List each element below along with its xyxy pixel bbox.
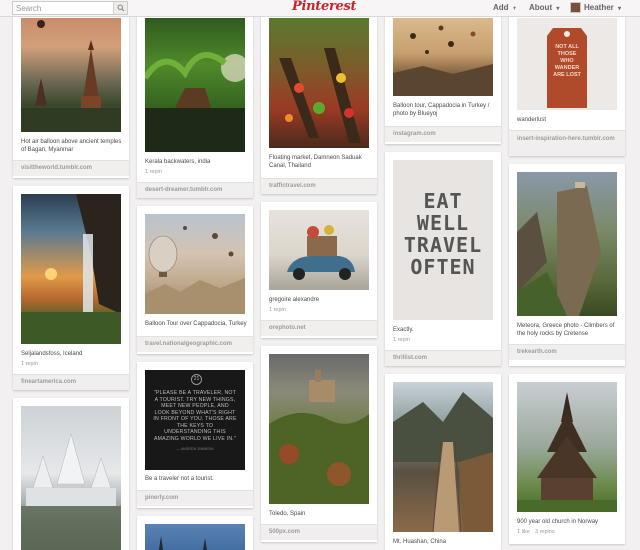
pin-image[interactable]	[393, 18, 493, 96]
pin-image[interactable]	[145, 18, 245, 152]
pin-description: Mt. Huashan, China	[393, 539, 447, 545]
repin-count: 1 repin	[393, 337, 410, 343]
pin-cappadocia-balloon[interactable]: Balloon Tour over Cappadocia, Turkey tra…	[137, 206, 253, 354]
pin-image[interactable]	[269, 18, 369, 148]
pin-huashan[interactable]: Mt. Huashan, China	[385, 374, 501, 550]
like-count: 1 like	[517, 529, 530, 535]
pin-image[interactable]	[269, 354, 369, 504]
pin-source[interactable]: insert-inspiration-here.tumblr.com	[509, 130, 625, 156]
pin-image[interactable]: EAT WELL TRAVEL OFTEN	[393, 160, 493, 320]
pin-meteora[interactable]: Meteora, Greece photo - Climbers of the …	[509, 164, 625, 366]
pin-image[interactable]: NOT ALL THOSE WHO WANDER ARE LOST	[517, 18, 617, 110]
pin-white-temple[interactable]	[13, 398, 129, 550]
pin-description: Toledo, Spain	[269, 511, 306, 517]
source-link[interactable]: pinerly.com	[145, 495, 178, 501]
pin-source[interactable]: pinerly.com	[137, 490, 253, 506]
pin-description: Exactly.	[393, 327, 414, 333]
plus-icon: +	[512, 6, 517, 12]
source-link[interactable]: trekearth.com	[517, 349, 557, 355]
pin-description: Kerala backwaters, india	[145, 159, 211, 165]
repin-count: 1 repin	[21, 361, 38, 367]
poster: EAT WELL TRAVEL OFTEN	[393, 160, 493, 320]
about-menu[interactable]: About ▾	[529, 3, 559, 12]
source-link[interactable]: travel.nationalgeographic.com	[145, 341, 232, 347]
chevron-down-icon: ▾	[618, 6, 622, 12]
search-input[interactable]	[13, 2, 113, 14]
pin-source[interactable]: travel.nationalgeographic.com	[137, 336, 253, 352]
add-menu[interactable]: Add +	[493, 3, 516, 12]
pin-description: 900 year old church in Norway	[517, 519, 599, 525]
pin-image[interactable]	[21, 406, 121, 550]
search-icon	[117, 4, 125, 12]
pin-norway-church[interactable]: 900 year old church in Norway 1 like 3 r…	[509, 374, 625, 544]
pin-description: wanderlust	[517, 117, 547, 123]
pin-image[interactable]	[145, 214, 245, 314]
pin-cappadocia-top[interactable]: Balloon tour, Cappadocia in Turkey / pho…	[385, 10, 501, 144]
source-link[interactable]: 500px.com	[269, 529, 300, 535]
about-label: About	[529, 3, 553, 12]
quote-card: 21 "PLEASE BE A TRAVELER, NOT A TOURIST.…	[145, 370, 245, 470]
pin-description: Floating market, Damneon Saduak Canal, T…	[269, 155, 362, 169]
pin-source[interactable]: instagram.com	[385, 126, 501, 142]
pin-source[interactable]: desert-dreamer.tumblr.com	[137, 182, 253, 198]
pin-image[interactable]: 21 "PLEASE BE A TRAVELER, NOT A TOURIST.…	[145, 370, 245, 470]
source-link[interactable]: fineartamerica.com	[21, 379, 76, 385]
pin-image[interactable]	[21, 18, 121, 132]
repin-count: 3 repins	[535, 529, 555, 535]
source-link[interactable]: instagram.com	[393, 131, 436, 137]
pin-source[interactable]: fineartamerica.com	[13, 374, 129, 390]
poster-text: EAT WELL TRAVEL OFTEN	[403, 189, 483, 279]
pin-kerala[interactable]: Kerala backwaters, india 1 repin desert-…	[137, 10, 253, 198]
search-box	[12, 1, 128, 15]
source-link[interactable]: insert-inspiration-here.tumblr.com	[517, 135, 617, 143]
search-button[interactable]	[113, 2, 127, 14]
pin-source[interactable]: thrillist.com	[385, 350, 501, 366]
pin-bottom[interactable]	[137, 516, 253, 550]
avatar[interactable]	[570, 2, 581, 13]
pin-image[interactable]	[21, 194, 121, 344]
pin-source[interactable]: orephoto.net	[261, 320, 377, 336]
pin-eat-well[interactable]: EAT WELL TRAVEL OFTEN Exactly. 1 repin t…	[385, 152, 501, 366]
quote-text: "PLEASE BE A TRAVELER, NOT A TOURIST. TR…	[153, 390, 237, 442]
pin-source[interactable]: 500px.com	[261, 524, 377, 540]
source-link[interactable]: desert-dreamer.tumblr.com	[145, 187, 222, 193]
pin-image[interactable]	[517, 382, 617, 512]
repin-count: 1 repin	[145, 169, 162, 175]
tag-text: NOT ALL THOSE WHO WANDER ARE LOST	[553, 44, 581, 78]
quote-number: 21	[191, 374, 202, 385]
quote-author: — ANDREW ZIMMERN	[176, 447, 214, 451]
pin-source[interactable]: trekearth.com	[509, 344, 625, 360]
pin-floating-market[interactable]: Floating market, Damneon Saduak Canal, T…	[261, 10, 377, 194]
source-link[interactable]: traffictravel.com	[269, 183, 316, 189]
pin-image[interactable]	[269, 210, 369, 290]
pin-bagan[interactable]: Hot air balloon above ancient temples of…	[13, 10, 129, 178]
pin-image[interactable]	[393, 382, 493, 532]
repin-count: 1 repin	[269, 307, 286, 313]
pin-toledo[interactable]: Toledo, Spain 500px.com	[261, 346, 377, 542]
pin-description: Seljalandsfoss, Iceland	[21, 351, 83, 357]
pin-description: Balloon tour, Cappadocia in Turkey / pho…	[393, 103, 490, 117]
pin-image[interactable]	[145, 524, 245, 550]
pin-description: Meteora, Greece photo - Climbers of the …	[517, 323, 615, 337]
pin-description: Be a traveler not a tourist.	[145, 476, 214, 482]
pin-source[interactable]: traffictravel.com	[261, 178, 377, 194]
pin-gregoire[interactable]: gregoire alexandre 1 repin orephoto.net	[261, 202, 377, 338]
user-name: Heather	[584, 3, 614, 12]
add-label: Add	[493, 3, 509, 12]
pin-description: Hot air balloon above ancient temples of…	[21, 139, 122, 153]
source-link[interactable]: thrillist.com	[393, 355, 427, 361]
pin-source[interactable]: visittheworld.tumblr.com	[13, 160, 129, 176]
source-link[interactable]: orephoto.net	[269, 325, 306, 331]
pin-image[interactable]	[517, 172, 617, 316]
pin-wanderlust[interactable]: NOT ALL THOSE WHO WANDER ARE LOST wander…	[509, 10, 625, 156]
chevron-down-icon: ▾	[556, 6, 560, 12]
top-navigation-bar: Pinterest Add + About ▾ Heather ▾	[0, 0, 640, 17]
pin-description: Balloon Tour over Cappadocia, Turkey	[145, 321, 247, 327]
pin-quote[interactable]: 21 "PLEASE BE A TRAVELER, NOT A TOURIST.…	[137, 362, 253, 508]
user-menu[interactable]: Heather ▾	[584, 3, 621, 12]
source-link[interactable]: visittheworld.tumblr.com	[21, 165, 92, 171]
pin-description: gregoire alexandre	[269, 297, 320, 303]
pin-seljalandsfoss[interactable]: Seljalandsfoss, Iceland 1 repin finearta…	[13, 186, 129, 390]
pinterest-logo[interactable]: Pinterest	[292, 0, 356, 14]
